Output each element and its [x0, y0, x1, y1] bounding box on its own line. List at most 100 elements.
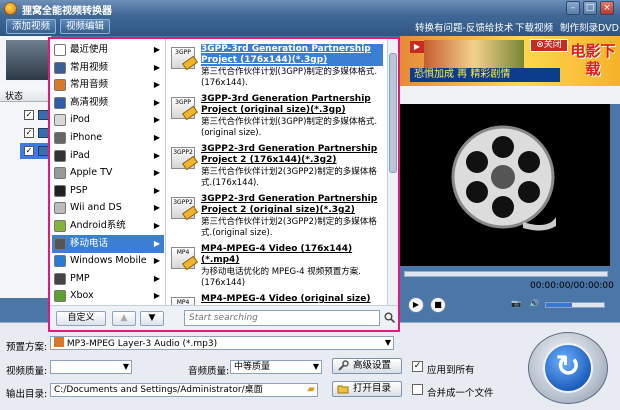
- category-label: PSP: [70, 184, 88, 196]
- audio-quality-value: 中等质量: [234, 362, 271, 372]
- ad-banner[interactable]: ▶ ⊗关闭 恐惧加成 再 精彩剧情 电影下载: [400, 36, 620, 86]
- preset-value: MP3-MPEG Layer-3 Audio (*.mp3): [66, 339, 218, 349]
- category-label: Apple TV: [70, 167, 113, 179]
- film-reel-icon: [451, 125, 556, 231]
- chevron-right-icon: ▶: [153, 133, 160, 142]
- format-item[interactable]: MP4 MP4-MPEG-4 Video (176x144)(*.mp4) 为移动电…: [167, 241, 385, 291]
- category-label: iPhone: [70, 132, 103, 143]
- category-item[interactable]: Apple TV ▶: [52, 164, 164, 182]
- format-item[interactable]: 3GPP2 3GPP2-3rd Generation Partnership Pr…: [167, 141, 385, 191]
- format-badge-icon: 3GPP: [171, 97, 199, 121]
- scrollbar-thumb[interactable]: [389, 53, 397, 173]
- customize-button[interactable]: 自定义: [56, 311, 106, 326]
- chevron-down-icon: ▼: [312, 362, 319, 371]
- category-label: Xbox: [70, 290, 94, 302]
- category-label: Android系统: [70, 220, 126, 231]
- merge-checkbox[interactable]: [412, 384, 423, 395]
- move-down-button[interactable]: ▼: [140, 311, 164, 326]
- category-item[interactable]: iPhone ▶: [52, 129, 164, 147]
- category-item[interactable]: 常用音频 ▶: [52, 76, 164, 94]
- output-dir-input[interactable]: C:/Documents and Settings/Administrator/…: [50, 383, 318, 397]
- search-input[interactable]: [184, 310, 380, 326]
- category-item[interactable]: Xbox ▶: [52, 287, 164, 305]
- ad-close-button[interactable]: ⊗关闭: [530, 39, 568, 52]
- chevron-right-icon: ▶: [153, 256, 160, 266]
- category-label: 移动电话: [70, 237, 109, 249]
- file-row-checkbox[interactable]: ✓: [24, 128, 34, 138]
- stop-button[interactable]: ■: [430, 297, 446, 313]
- advanced-settings-button[interactable]: 高级设置: [332, 358, 402, 374]
- folder-icon[interactable]: ▰: [307, 384, 315, 396]
- format-list: 3GPP 3GPP-3rd Generation Partnership Proj…: [167, 39, 387, 305]
- ad-play-button[interactable]: ▶: [410, 41, 424, 53]
- video-edit-button[interactable]: 视频编辑: [60, 19, 111, 34]
- category-item[interactable]: 高清视频 ▶: [52, 94, 164, 112]
- category-item[interactable]: 移动电话 ▶: [52, 234, 164, 253]
- format-item[interactable]: 3GPP2 3GPP2-3rd Generation Partnership Pr…: [167, 191, 385, 241]
- preset-label: 预置方案:: [6, 342, 48, 353]
- format-item[interactable]: MP4 MP4-MPEG-4 Video (original size)(*.mp…: [167, 291, 385, 305]
- make-dvd-link[interactable]: 制作刻录DVD: [560, 20, 619, 34]
- category-item[interactable]: Windows Mobile ▶: [52, 252, 164, 270]
- folder-open-icon: [337, 385, 349, 394]
- format-scrollbar[interactable]: [387, 39, 398, 305]
- format-item[interactable]: 3GPP 3GPP-3rd Generation Partnership Proj…: [167, 91, 385, 141]
- video-quality-dropdown[interactable]: ▼: [50, 360, 132, 374]
- maximize-button[interactable]: □: [583, 1, 597, 15]
- file-row-checkbox[interactable]: ✓: [24, 110, 34, 120]
- psp-icon: [54, 184, 66, 197]
- search-icon[interactable]: [384, 312, 395, 323]
- minimize-button[interactable]: –: [566, 1, 580, 15]
- format-item[interactable]: 3GPP 3GPP-3rd Generation Partnership Proj…: [167, 41, 385, 91]
- audio-quality-dropdown[interactable]: 中等质量 ▼: [230, 360, 322, 374]
- apply-all-checkbox[interactable]: ✓: [412, 361, 423, 372]
- wii-icon: [54, 202, 66, 215]
- play-button[interactable]: ▶: [408, 297, 424, 313]
- category-item[interactable]: PMP ▶: [52, 270, 164, 288]
- feedback-link[interactable]: 转换有问题-反馈给技术: [415, 20, 513, 34]
- category-item[interactable]: iPod ▶: [52, 111, 164, 129]
- preset-dropdown[interactable]: MP3-MPEG Layer-3 Audio (*.mp3) ▼: [50, 336, 394, 350]
- download-video-link[interactable]: 下载视频: [515, 20, 553, 34]
- close-button[interactable]: ×: [600, 1, 614, 15]
- camera-icon[interactable]: 📷: [508, 297, 524, 313]
- profile-selector-popup: 最近使用 ▶ 常用视频 ▶ 常用音频 ▶ 高清视频 ▶ iPod ▶ iPhone ▶ iPad ▶ App…: [48, 37, 400, 332]
- category-item[interactable]: Wii and DS ▶: [52, 199, 164, 217]
- chevron-right-icon: ▶: [153, 203, 160, 213]
- speaker-icon[interactable]: 🔊: [526, 297, 542, 313]
- format-badge-icon: 3GPP2: [171, 147, 199, 171]
- format-description: 为移动电话优化的 MPEG-4 视频预置方案.(176x144): [201, 267, 361, 288]
- iphone-icon: [54, 132, 66, 144]
- category-item[interactable]: iPad ▶: [52, 147, 164, 165]
- music-icon: [54, 337, 64, 347]
- category-item[interactable]: PSP ▶: [52, 182, 164, 200]
- format-title: 3GPP-3rd Generation Partnership Project …: [201, 94, 371, 115]
- file-row-checkbox[interactable]: ✓: [24, 146, 34, 156]
- format-title: MP4-MPEG-4 Video (original size)(*.mp4): [201, 294, 371, 304]
- android-icon: [54, 220, 66, 232]
- move-up-button[interactable]: ▲: [112, 311, 136, 326]
- chevron-right-icon: ▶: [153, 115, 160, 125]
- open-dir-button[interactable]: 打开目录: [332, 381, 402, 397]
- category-label: 高清视频: [70, 96, 109, 108]
- top-toolbar: 添加视频 视频编辑 转换有问题-反馈给技术 下载视频 制作刻录DVD: [0, 17, 620, 36]
- category-item[interactable]: 常用视频 ▶: [52, 59, 164, 77]
- seek-bar[interactable]: [404, 271, 608, 277]
- open-dir-label: 打开目录: [353, 383, 392, 394]
- pencil-icon: [181, 55, 199, 71]
- pencil-icon: [181, 255, 199, 271]
- volume-slider[interactable]: [545, 302, 605, 308]
- format-badge: 3GPP2: [173, 149, 193, 156]
- pmp-icon: [54, 272, 66, 285]
- convert-button[interactable]: ↻: [528, 332, 608, 404]
- app-logo-icon: [4, 2, 17, 15]
- ad-movie-image: [424, 40, 524, 68]
- category-label: PMP: [70, 272, 90, 284]
- chevron-right-icon: ▶: [153, 150, 160, 160]
- category-item[interactable]: 最近使用 ▶: [52, 41, 164, 59]
- category-label: Wii and DS: [70, 202, 122, 214]
- add-video-button[interactable]: 添加视频: [6, 19, 57, 34]
- title-bar: 狸窝全能视频转换器 – □ ×: [0, 0, 620, 17]
- category-item[interactable]: Android系统 ▶: [52, 217, 164, 235]
- hd-icon: [54, 96, 66, 109]
